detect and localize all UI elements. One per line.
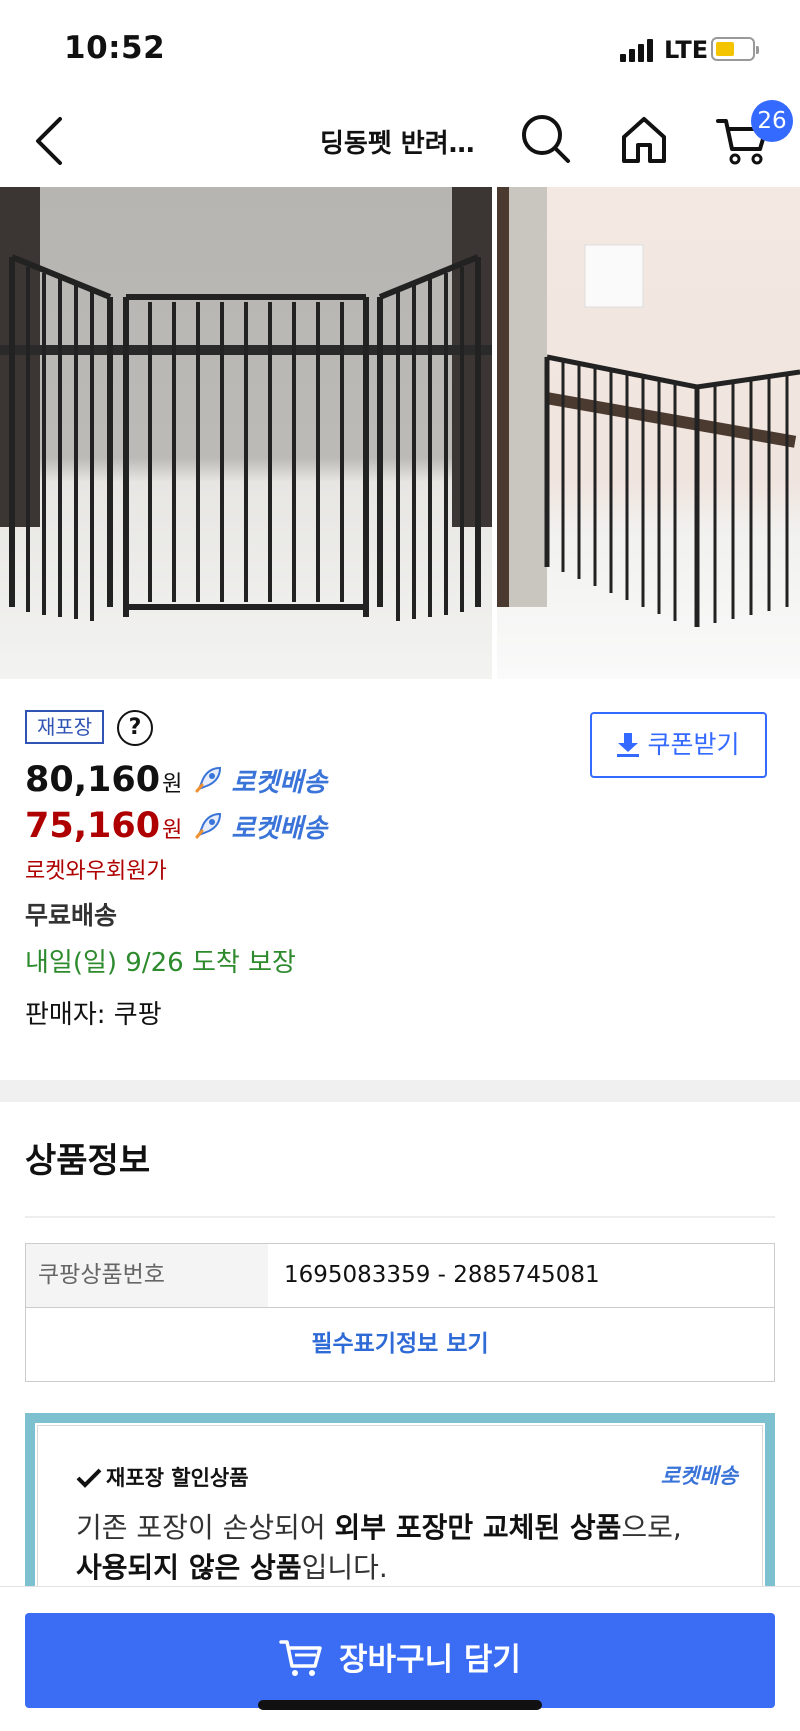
add-to-cart-button[interactable]: 장바구니 담기 — [25, 1613, 775, 1708]
home-icon — [622, 117, 666, 163]
status-time: 10:52 — [64, 30, 166, 66]
section-divider — [0, 1080, 800, 1102]
coupon-button[interactable]: 쿠폰받기 — [590, 712, 767, 778]
shipping-label: 무료배송 — [25, 901, 118, 930]
currency-label: 원 — [162, 818, 183, 843]
download-icon — [617, 733, 640, 757]
repack-discount-label: 재포장 할인상품 — [106, 1466, 249, 1490]
check-icon — [76, 1468, 102, 1488]
original-price: 80,160 — [25, 760, 161, 800]
rocket-delivery-label: 로켓배송 — [660, 1464, 738, 1488]
signal-icon — [620, 38, 656, 62]
repack-discount-tag: 재포장 할인상품 — [76, 1462, 249, 1492]
home-indicator — [258, 1700, 542, 1710]
product-image-1[interactable] — [0, 187, 492, 679]
home-button[interactable] — [620, 115, 668, 165]
search-icon — [522, 115, 570, 163]
section-title: 상품정보 — [25, 1141, 151, 1181]
rocket-delivery-label: 로켓배송 — [231, 814, 328, 844]
search-button[interactable] — [520, 113, 572, 165]
battery-icon — [711, 37, 759, 61]
rocket-delivery-label: 로켓배송 — [231, 768, 328, 798]
repack-notice-text: 기존 포장이 손상되어 외부 포장만 교체된 상품으로, 사용되지 않은 상품입… — [76, 1511, 682, 1584]
seller-label: 판매자: 쿠팡 — [25, 1000, 162, 1030]
rocket-icon — [195, 766, 222, 793]
cart-icon — [279, 1640, 322, 1676]
repack-badge: 재포장 — [25, 710, 105, 744]
table-row: 쿠팡상품번호 1695083359 - 2885745081 — [26, 1244, 774, 1308]
coupon-label: 쿠폰받기 — [647, 730, 740, 759]
member-price: 75,160 — [25, 806, 161, 846]
cart-count-badge: 26 — [751, 100, 793, 142]
top-nav: 딩동펫 반려… 26 — [0, 95, 800, 187]
member-price-row: 75,160원 로켓배송 — [25, 806, 327, 850]
product-number-label: 쿠팡상품번호 — [26, 1244, 268, 1307]
back-button[interactable] — [26, 113, 76, 169]
divider — [25, 1216, 775, 1218]
product-info-table: 쿠팡상품번호 1695083359 - 2885745081 필수표기정보 보기 — [25, 1243, 775, 1382]
network-label: LTE — [664, 36, 709, 64]
add-to-cart-label: 장바구니 담기 — [339, 1642, 521, 1678]
product-image-gallery[interactable] — [0, 187, 800, 679]
product-number-value: 1695083359 - 2885745081 — [284, 1262, 600, 1288]
page-title: 딩동펫 반려… — [320, 129, 475, 159]
currency-label: 원 — [162, 772, 183, 797]
rocket-icon — [195, 812, 222, 839]
required-info-link[interactable]: 필수표기정보 보기 — [26, 1308, 774, 1381]
member-price-label: 로켓와우회원가 — [25, 859, 167, 884]
original-price-row: 80,160원 로켓배송 — [25, 760, 327, 804]
chevron-left-icon — [36, 117, 62, 165]
status-bar: 10:52 LTE — [0, 0, 800, 95]
arrival-guarantee: 내일(일) 9/26 도착 보장 — [25, 948, 296, 978]
help-icon[interactable]: ? — [117, 710, 153, 746]
product-image-2[interactable] — [497, 187, 800, 679]
